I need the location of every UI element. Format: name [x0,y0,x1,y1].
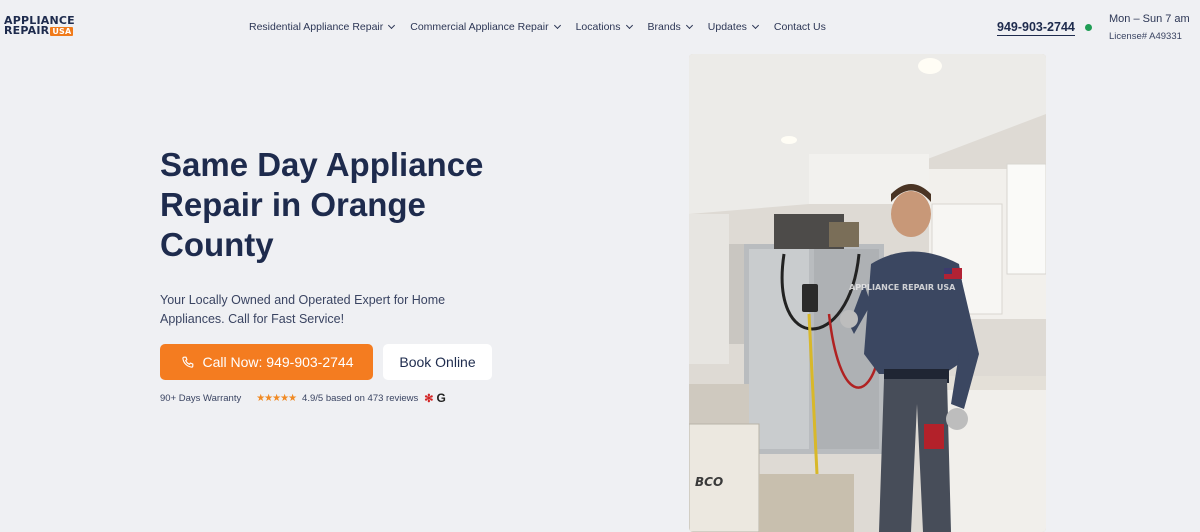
rating-stars-icon: ★★★★★ [256,392,297,404]
business-hours: Mon – Sun 7 am [1109,13,1190,25]
nav-label: Locations [575,21,621,33]
chevron-down-icon [553,21,561,30]
review-summary[interactable]: 4.9/5 based on 473 reviews [302,393,418,404]
box-label: BCO [695,475,723,489]
nav-locations[interactable]: Locations [575,21,633,33]
google-icon[interactable]: G [436,391,445,405]
call-now-button[interactable]: Call Now: 949-903-2744 [160,344,373,380]
header-phone-link[interactable]: 949-903-2744 [997,20,1075,36]
nav-label: Residential Appliance Repair [249,21,384,33]
hero-subtitle: Your Locally Owned and Operated Expert f… [160,293,446,326]
nav-label: Contact Us [773,21,826,33]
book-online-label: Book Online [399,354,476,370]
warranty-text: 90+ Days Warranty [160,392,242,404]
shirt-logo-text: APPLIANCE REPAIR USA [849,283,956,292]
trust-row: 90+ Days Warranty ★★★★★ 4.9/5 based on 4… [160,391,446,405]
book-online-button[interactable]: Book Online [383,344,492,380]
nav-contact[interactable]: Contact Us [774,21,826,33]
call-now-label: Call Now: 949-903-2744 [202,354,354,370]
license-number: License# A49331 [1109,31,1182,42]
technician-photo: BCO APPLIANCE REPAIR USA [689,54,1046,532]
logo-badge: USA [50,26,74,36]
nav-label: Commercial Appliance Repair [410,21,549,33]
site-header: APPLIANCE REPAIR USA Residential Applian… [0,0,1200,54]
nav-label: Brands [647,21,681,33]
nav-brands[interactable]: Brands [647,21,693,33]
nav-residential[interactable]: Residential Appliance Repair [249,21,396,33]
main-nav: Residential Appliance Repair Commercial … [249,21,842,33]
logo-line2: REPAIR [4,24,50,37]
chevron-down-icon [388,21,396,30]
hero-title: Same Day Appliance Repair in Orange Coun… [160,146,484,263]
chevron-down-icon [751,21,759,30]
nav-commercial[interactable]: Commercial Appliance Repair [410,21,561,33]
nav-label: Updates [707,21,747,33]
yelp-icon[interactable]: ✻ [424,392,433,405]
phone-icon [181,356,193,368]
chevron-down-icon [625,21,633,30]
nav-updates[interactable]: Updates [707,21,759,33]
open-status-dot [1085,24,1092,31]
site-logo[interactable]: APPLIANCE REPAIR USA [4,15,75,37]
chevron-down-icon [685,21,693,30]
